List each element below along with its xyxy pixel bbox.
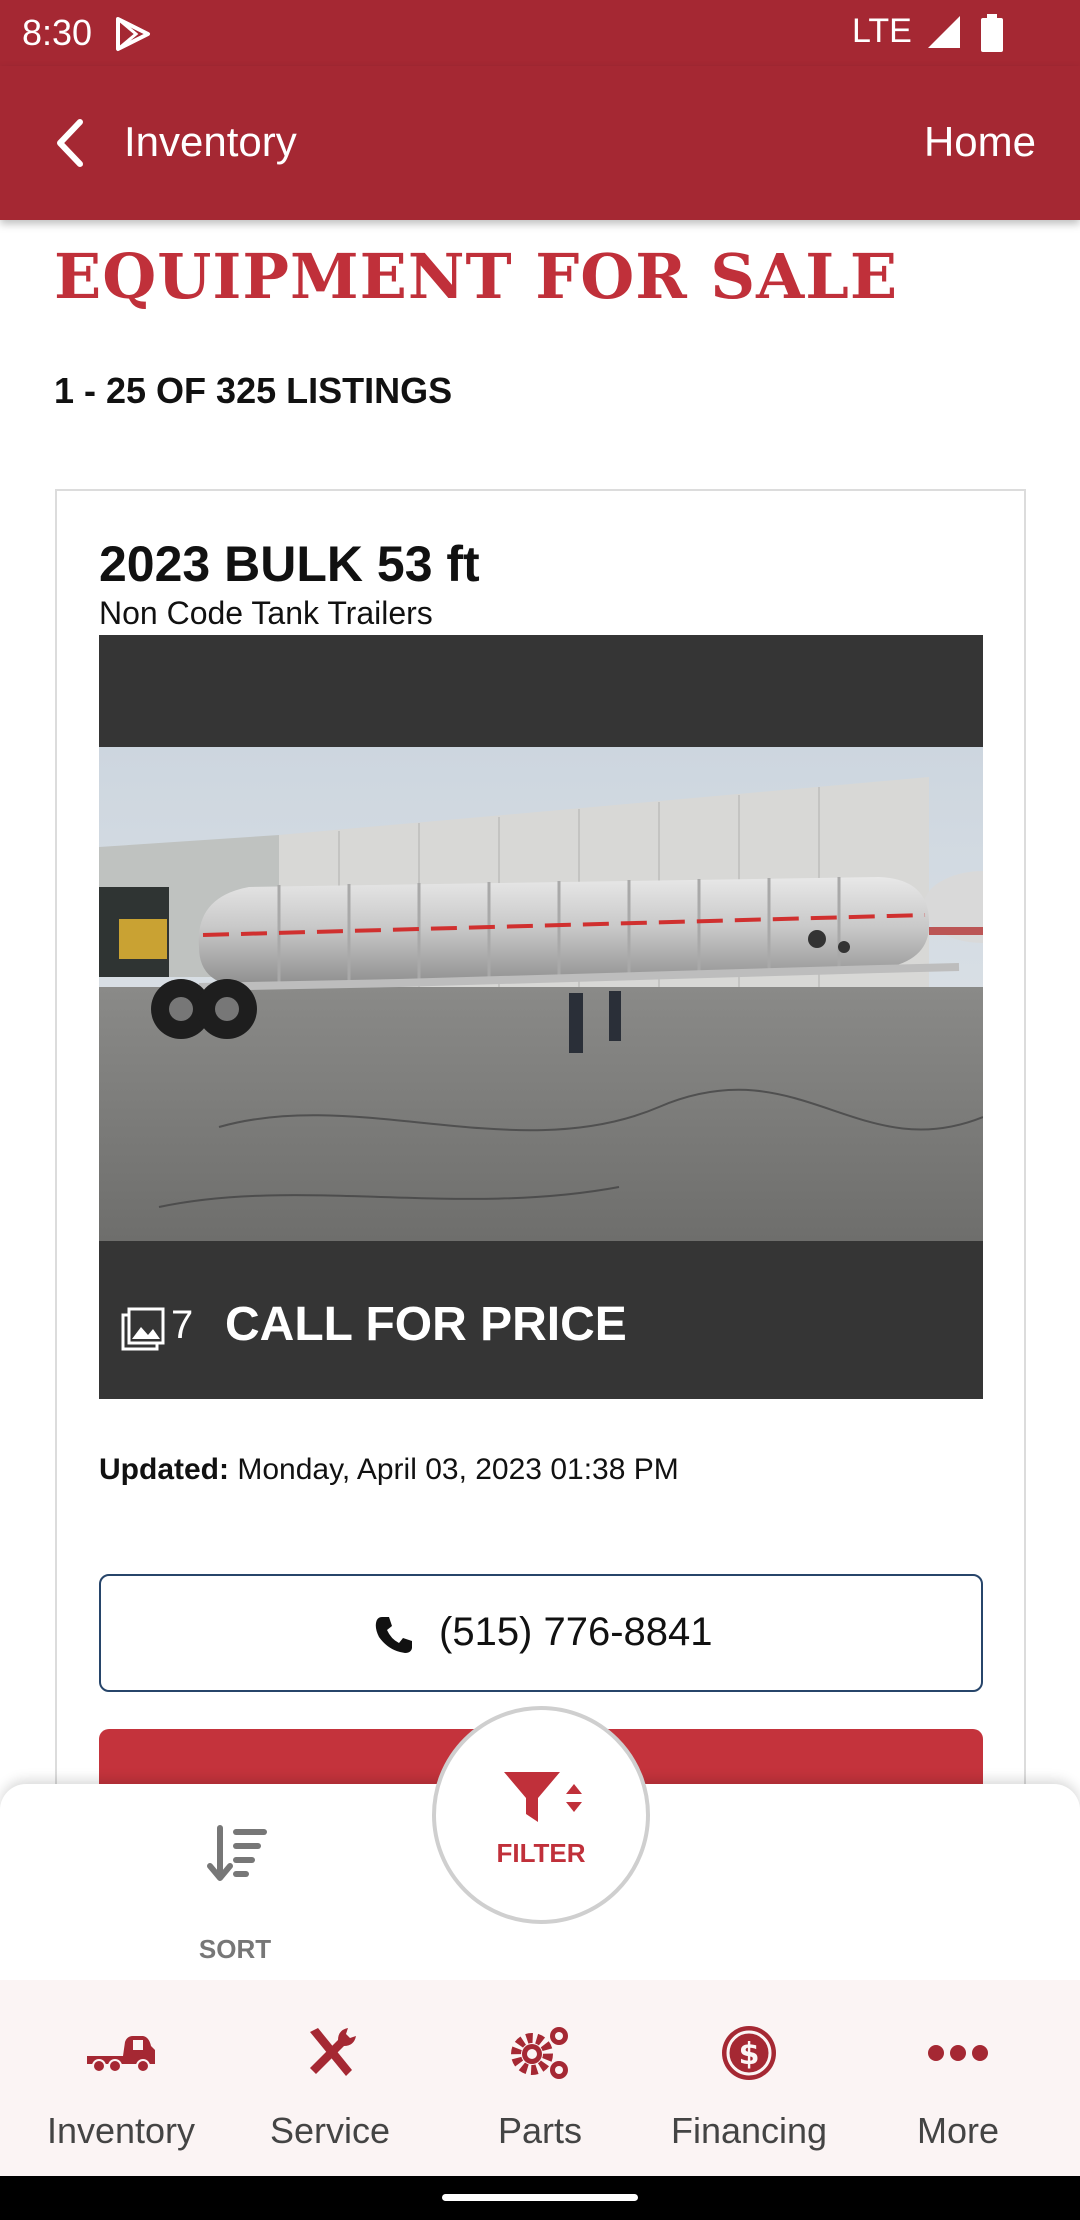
status-bar: 8:30 LTE <box>0 0 1080 66</box>
tank-trailer-photo <box>99 747 983 1241</box>
app-bar-title: Inventory <box>124 118 297 165</box>
listing-photo[interactable] <box>99 747 983 1241</box>
home-link[interactable]: Home <box>924 118 1036 166</box>
truck-icon <box>87 2036 155 2073</box>
sort-icon <box>207 1825 267 1881</box>
sort-button[interactable]: SORT <box>180 1824 290 1964</box>
nav-service-label: Service <box>269 2110 391 2151</box>
home-gesture-handle[interactable] <box>442 2194 638 2201</box>
filter-label: FILTER <box>496 1838 586 1868</box>
nav-parts[interactable]: Parts <box>432 1980 648 2176</box>
call-button[interactable]: (515) 776-8841 <box>99 1574 983 1692</box>
page-title: EQUIPMENT FOR SALE <box>54 240 899 313</box>
nav-parts-label: Parts <box>497 2110 583 2151</box>
nav-inventory[interactable]: Inventory <box>13 1980 229 2176</box>
nav-more[interactable]: More <box>850 1980 1066 2176</box>
phone-icon <box>375 1617 412 1653</box>
bottom-nav: Inventory Service Parts $ Financing More <box>0 1980 1080 2176</box>
more-dots-icon <box>928 2045 988 2061</box>
gesture-nav-bar <box>0 2176 1080 2220</box>
nav-more-label: More <box>916 2110 1000 2151</box>
listing-photo-frame[interactable]: 7 CALL FOR PRICE <box>99 635 983 1399</box>
signal-icon <box>928 16 960 48</box>
nav-service[interactable]: Service <box>222 1980 438 2176</box>
app-bar: Inventory Home <box>0 66 1080 220</box>
dollar-circle-icon: $ <box>722 2026 776 2080</box>
nav-financing[interactable]: $ Financing <box>641 1980 857 2176</box>
nav-financing-label: Financing <box>670 2110 828 2151</box>
back-arrow-icon[interactable] <box>50 116 90 170</box>
filter-button[interactable]: FILTER <box>432 1706 650 1924</box>
listing-price: CALL FOR PRICE <box>225 1298 627 1351</box>
screen: 8:30 LTE Inventory Home EQUIPMENT FOR SA… <box>0 0 1080 2220</box>
updated-value: Monday, April 03, 2023 01:38 PM <box>237 1453 679 1486</box>
listing-card[interactable]: 2023 BULK 53 ft Non Code Tank Trailers 7… <box>55 489 1026 1909</box>
gears-icon <box>511 2027 568 2079</box>
tools-icon <box>310 2028 356 2076</box>
updated-line: Updated: Monday, April 03, 2023 01:38 PM <box>99 1453 679 1487</box>
listing-count: 1 - 25 OF 325 LISTINGS <box>54 370 453 411</box>
play-store-icon <box>116 17 150 51</box>
svg-text:$: $ <box>739 2037 760 2072</box>
photo-footer: 7 CALL FOR PRICE <box>99 1241 983 1399</box>
updated-label: Updated: <box>99 1453 229 1486</box>
photo-gallery-icon <box>121 1307 165 1351</box>
photo-count: 7 <box>171 1303 194 1347</box>
call-button-label: (515) 776-8841 <box>439 1610 713 1654</box>
listing-title[interactable]: 2023 BULK 53 ft <box>99 535 480 593</box>
filter-icon <box>504 1772 582 1822</box>
status-time: 8:30 <box>22 12 93 53</box>
listing-subtitle: Non Code Tank Trailers <box>99 595 433 631</box>
sort-label: SORT <box>198 1934 272 1964</box>
nav-inventory-label: Inventory <box>46 2110 196 2151</box>
battery-icon <box>981 14 1003 52</box>
network-type: LTE <box>852 12 912 50</box>
